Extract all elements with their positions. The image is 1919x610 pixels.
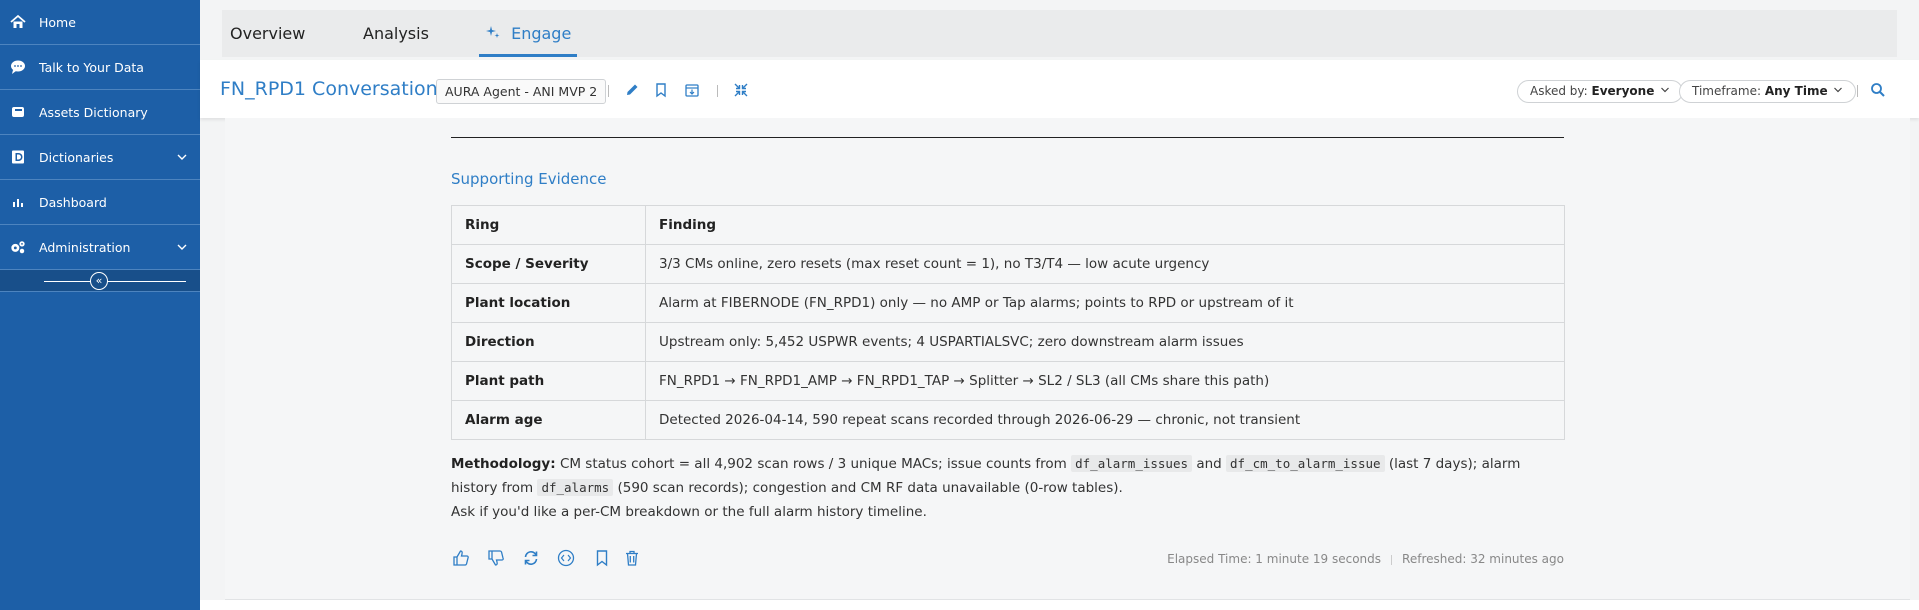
collapse-line bbox=[44, 281, 186, 282]
table-row: Plant location Alarm at FIBERNODE (FN_RP… bbox=[451, 283, 1565, 323]
followup-text: Ask if you'd like a per-CM breakdown or … bbox=[451, 504, 927, 520]
toolbar-divider bbox=[717, 85, 718, 97]
sidebar-item-label: Dashboard bbox=[39, 194, 107, 210]
agent-badge: AURA Agent - ANI MVP 2 bbox=[436, 79, 607, 104]
sidebar-item-assets-dictionary[interactable]: Assets Dictionary bbox=[0, 90, 200, 135]
sidebar-item-home[interactable]: Home bbox=[0, 0, 200, 45]
table-row: Plant path FN_RPD1 → FN_RPD1_AMP → FN_RP… bbox=[451, 361, 1565, 401]
collapse-sidebar-button[interactable]: « bbox=[90, 272, 108, 290]
bookmark-icon[interactable] bbox=[592, 548, 612, 568]
ring-cell: Direction bbox=[451, 322, 646, 362]
tab-engage[interactable]: Engage bbox=[479, 10, 578, 57]
sidebar-item-dictionaries[interactable]: Dictionaries bbox=[0, 135, 200, 180]
code-df-cm-to-alarm-issue: df_cm_to_alarm_issue bbox=[1226, 455, 1385, 472]
trash-icon[interactable] bbox=[622, 548, 642, 568]
toolbar-divider bbox=[608, 85, 609, 97]
asked-by-label: Asked by: bbox=[1530, 84, 1588, 98]
ring-cell: Scope / Severity bbox=[451, 244, 646, 284]
refresh-icon[interactable] bbox=[521, 548, 541, 568]
methodology-part: and bbox=[1196, 456, 1222, 472]
methodology-part: (590 scan records); congestion and CM RF… bbox=[617, 480, 1123, 496]
refreshed-time: Refreshed: 32 minutes ago bbox=[1402, 552, 1564, 566]
code-df-alarms: df_alarms bbox=[537, 479, 614, 496]
sidebar-item-talk-to-your-data[interactable]: Talk to Your Data bbox=[0, 45, 200, 90]
book-icon bbox=[10, 149, 26, 165]
conversation-title: FN_RPD1 Conversation bbox=[220, 78, 438, 100]
ring-cell: Plant path bbox=[451, 361, 646, 401]
asked-by-value: Everyone bbox=[1591, 84, 1655, 98]
finding-cell: 3/3 CMs online, zero resets (max reset c… bbox=[645, 244, 1565, 284]
finding-cell: FN_RPD1 → FN_RPD1_AMP → FN_RPD1_TAP → Sp… bbox=[645, 361, 1565, 401]
table-row: Alarm age Detected 2026-04-14, 590 repea… bbox=[451, 400, 1565, 440]
chat-icon bbox=[10, 59, 26, 75]
sidebar-item-label: Administration bbox=[39, 239, 131, 255]
page-footer-strip bbox=[200, 600, 1919, 610]
gears-icon bbox=[10, 239, 26, 255]
tab-overview[interactable]: Overview bbox=[230, 10, 305, 57]
methodology-text: Methodology: CM status cohort = all 4,90… bbox=[451, 452, 1561, 524]
table-row: Direction Upstream only: 5,452 USPWR eve… bbox=[451, 322, 1565, 362]
thumbs-up-icon[interactable] bbox=[451, 548, 471, 568]
ring-cell: Alarm age bbox=[451, 400, 646, 440]
sidebar-item-label: Dictionaries bbox=[39, 149, 114, 165]
chevron-down-icon[interactable] bbox=[176, 151, 188, 163]
chevron-down-icon bbox=[1834, 87, 1843, 93]
thumbs-down-icon[interactable] bbox=[486, 548, 506, 568]
dictionary-icon bbox=[10, 104, 26, 120]
table-row: Scope / Severity 3/3 CMs online, zero re… bbox=[451, 244, 1565, 284]
timeframe-label: Timeframe: bbox=[1692, 84, 1761, 98]
sidebar-collapse-bar[interactable]: « bbox=[0, 270, 200, 292]
sparkle-icon bbox=[485, 24, 505, 43]
code-df-alarm-issues: df_alarm_issues bbox=[1071, 455, 1193, 472]
meta-divider bbox=[1391, 554, 1393, 565]
sidebar-item-administration[interactable]: Administration bbox=[0, 225, 200, 270]
response-meta: Elapsed Time: 1 minute 19 seconds Refresh… bbox=[1167, 552, 1564, 566]
sidebar-item-label: Assets Dictionary bbox=[39, 104, 148, 120]
chevron-down-icon[interactable] bbox=[176, 241, 188, 253]
methodology-label: Methodology: bbox=[451, 456, 556, 472]
section-title: Supporting Evidence bbox=[451, 170, 607, 188]
collapse-arrows-icon[interactable] bbox=[733, 82, 749, 98]
bar-chart-icon bbox=[10, 194, 26, 210]
sidebar-item-dashboard[interactable]: Dashboard bbox=[0, 180, 200, 225]
top-tabs: Overview Analysis Engage bbox=[222, 10, 1897, 57]
search-icon[interactable] bbox=[1870, 82, 1886, 98]
elapsed-time: Elapsed Time: 1 minute 19 seconds bbox=[1167, 552, 1382, 566]
timeframe-value: Any Time bbox=[1764, 84, 1828, 98]
archive-download-icon[interactable] bbox=[684, 82, 700, 98]
table-header-row: Ring Finding bbox=[451, 205, 1565, 245]
ring-cell: Plant location bbox=[451, 283, 646, 323]
column-header-finding: Finding bbox=[645, 205, 1565, 245]
conversation-toolbar: FN_RPD1 Conversation AURA Agent - ANI MV… bbox=[200, 60, 1919, 118]
pencil-icon[interactable] bbox=[624, 82, 640, 98]
finding-cell: Alarm at FIBERNODE (FN_RPD1) only — no A… bbox=[645, 283, 1565, 323]
home-icon bbox=[10, 14, 26, 30]
horizontal-rule bbox=[451, 137, 1564, 138]
tab-label: Engage bbox=[511, 24, 572, 43]
asked-by-filter[interactable]: Asked by: Everyone bbox=[1517, 80, 1684, 103]
sidebar-item-label: Home bbox=[39, 14, 76, 30]
bookmark-icon[interactable] bbox=[653, 82, 669, 98]
evidence-table: Ring Finding Scope / Severity 3/3 CMs on… bbox=[451, 205, 1565, 440]
chevron-down-icon bbox=[1661, 87, 1670, 93]
finding-cell: Detected 2026-04-14, 590 repeat scans re… bbox=[645, 400, 1565, 440]
sidebar-item-label: Talk to Your Data bbox=[39, 59, 144, 75]
timeframe-filter[interactable]: Timeframe: Any Time bbox=[1679, 80, 1857, 103]
methodology-part: CM status cohort = all 4,902 scan rows /… bbox=[559, 456, 1067, 472]
finding-cell: Upstream only: 5,452 USPWR events; 4 USP… bbox=[645, 322, 1565, 362]
toolbar-divider bbox=[1857, 85, 1858, 97]
tab-analysis[interactable]: Analysis bbox=[363, 10, 429, 57]
code-view-icon[interactable] bbox=[556, 548, 576, 568]
column-header-ring: Ring bbox=[451, 205, 646, 245]
sidebar: Home Talk to Your Data Assets Dictionary… bbox=[0, 0, 200, 610]
